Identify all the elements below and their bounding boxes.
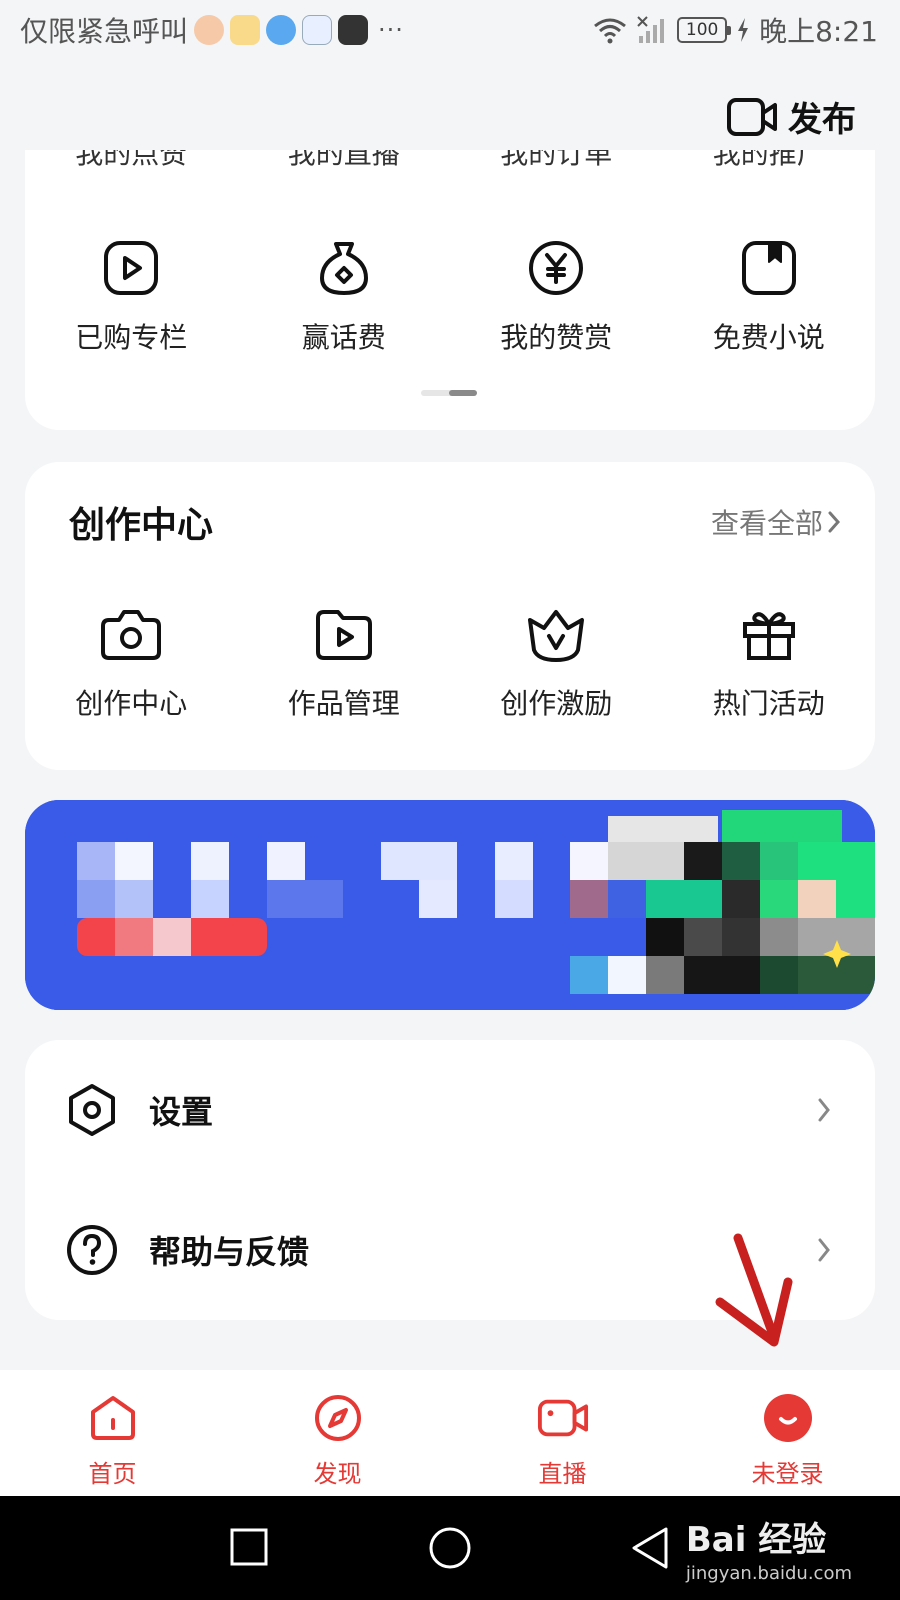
play-square-icon (99, 236, 163, 300)
purchased-columns-label: 已购专栏 (75, 321, 188, 354)
settings-label: 设置 (149, 1093, 214, 1131)
service-label-likes[interactable]: 我的点赞 (25, 150, 238, 172)
view-all-label: 查看全部 (710, 507, 823, 540)
app-notification-icon (338, 15, 369, 45)
works-management-item[interactable]: 作品管理 (238, 602, 451, 722)
charging-icon (738, 18, 749, 42)
page-indicator-active (449, 390, 477, 396)
creation-center-title: 创作中心 (69, 505, 214, 546)
free-novels-label: 免费小说 (712, 321, 825, 354)
nav-discover-label: 发现 (313, 1460, 362, 1488)
wifi-icon (594, 18, 627, 44)
service-label-orders[interactable]: 我的订单 (450, 150, 663, 172)
service-label-live[interactable]: 我的直播 (238, 150, 451, 172)
battery-indicator: 100 (677, 17, 732, 43)
my-rewards-label: 我的赞赏 (500, 321, 613, 354)
home-icon (87, 1392, 139, 1444)
status-bar: 仅限紧急呼叫 ··· 100 晚上8:21 (0, 0, 900, 64)
hot-events-item[interactable]: 热门活动 (663, 602, 876, 722)
nav-live-label: 直播 (538, 1460, 587, 1488)
creator-incentive-item[interactable]: 创作激励 (450, 602, 663, 722)
book-icon (737, 236, 801, 300)
settings-icon (69, 1084, 115, 1136)
clock: 晚上8:21 (759, 15, 878, 48)
nav-home[interactable]: 首页 (0, 1370, 225, 1496)
bottom-navigation: 首页 发现 直播 未登录 (0, 1370, 900, 1496)
annotation-arrow-icon (715, 1233, 793, 1347)
publish-label: 发布 (788, 100, 856, 140)
services-card: 我的点赞 我的直播 我的订单 我的推广 已购专栏 赢话费 我的赞赏 免费小说 (25, 150, 875, 430)
money-bag-icon (312, 236, 376, 300)
system-navigation-bar: Bai 经验 jingyan.baidu.com (0, 1496, 900, 1600)
chevron-right-icon (818, 1238, 830, 1262)
baidu-jingyan-watermark: Bai 经验 jingyan.baidu.com (686, 1512, 852, 1584)
service-label-promotion[interactable]: 我的推广 (663, 150, 876, 172)
page-indicator (421, 390, 477, 396)
nav-not-logged-in[interactable]: 未登录 (675, 1370, 900, 1496)
watermark-main-text: Bai 经验 (685, 1520, 827, 1560)
signal-icon (637, 16, 665, 43)
chevron-right-icon (828, 511, 841, 533)
settings-row[interactable]: 设置 (25, 1050, 875, 1170)
carrier-text: 仅限紧急呼叫 (20, 15, 189, 48)
chevron-right-icon (818, 1098, 830, 1122)
avatar-icon (762, 1392, 814, 1444)
banner-image (25, 800, 875, 1010)
nav-discover[interactable]: 发现 (225, 1370, 450, 1496)
app-notification-icon (302, 15, 333, 45)
view-all-link[interactable]: 查看全部 (711, 502, 841, 542)
recent-apps-icon[interactable] (230, 1528, 268, 1566)
app-notification-icon (194, 15, 225, 45)
nav-live[interactable]: 直播 (450, 1370, 675, 1496)
win-credit-item[interactable]: 赢话费 (238, 236, 451, 356)
creation-center-label: 创作中心 (75, 687, 188, 720)
help-feedback-label: 帮助与反馈 (149, 1233, 310, 1271)
nav-home-label: 首页 (88, 1460, 137, 1488)
compass-icon (312, 1392, 364, 1444)
home-circle-icon[interactable] (428, 1526, 472, 1570)
help-icon (67, 1225, 117, 1275)
free-novels-item[interactable]: 免费小说 (663, 236, 876, 356)
watermark-url: jingyan.baidu.com (685, 1563, 852, 1584)
app-notification-icon (230, 15, 261, 45)
nav-not-logged-in-label: 未登录 (751, 1460, 824, 1488)
folder-play-icon (312, 602, 376, 666)
back-triangle-icon[interactable] (630, 1526, 670, 1570)
purchased-columns-item[interactable]: 已购专栏 (25, 236, 238, 356)
hot-events-label: 热门活动 (712, 687, 825, 720)
camera-icon (99, 602, 163, 666)
browser-notification-icon (266, 15, 297, 45)
creation-center-card: 创作中心 查看全部 创作中心 作品管理 创作激励 热门活动 (25, 462, 875, 770)
win-credit-label: 赢话费 (301, 321, 386, 354)
works-management-label: 作品管理 (287, 687, 400, 720)
creator-incentive-label: 创作激励 (500, 687, 613, 720)
my-rewards-item[interactable]: 我的赞赏 (450, 236, 663, 356)
more-notifications-icon: ··· (378, 16, 404, 44)
live-icon (537, 1392, 589, 1444)
yuan-coin-icon (524, 236, 588, 300)
creation-center-item[interactable]: 创作中心 (25, 602, 238, 722)
crown-v-icon (524, 602, 588, 666)
promo-banner[interactable] (25, 800, 875, 1010)
video-camera-icon (727, 97, 777, 136)
gift-icon (737, 602, 801, 666)
publish-button[interactable]: 发布 (726, 92, 856, 141)
